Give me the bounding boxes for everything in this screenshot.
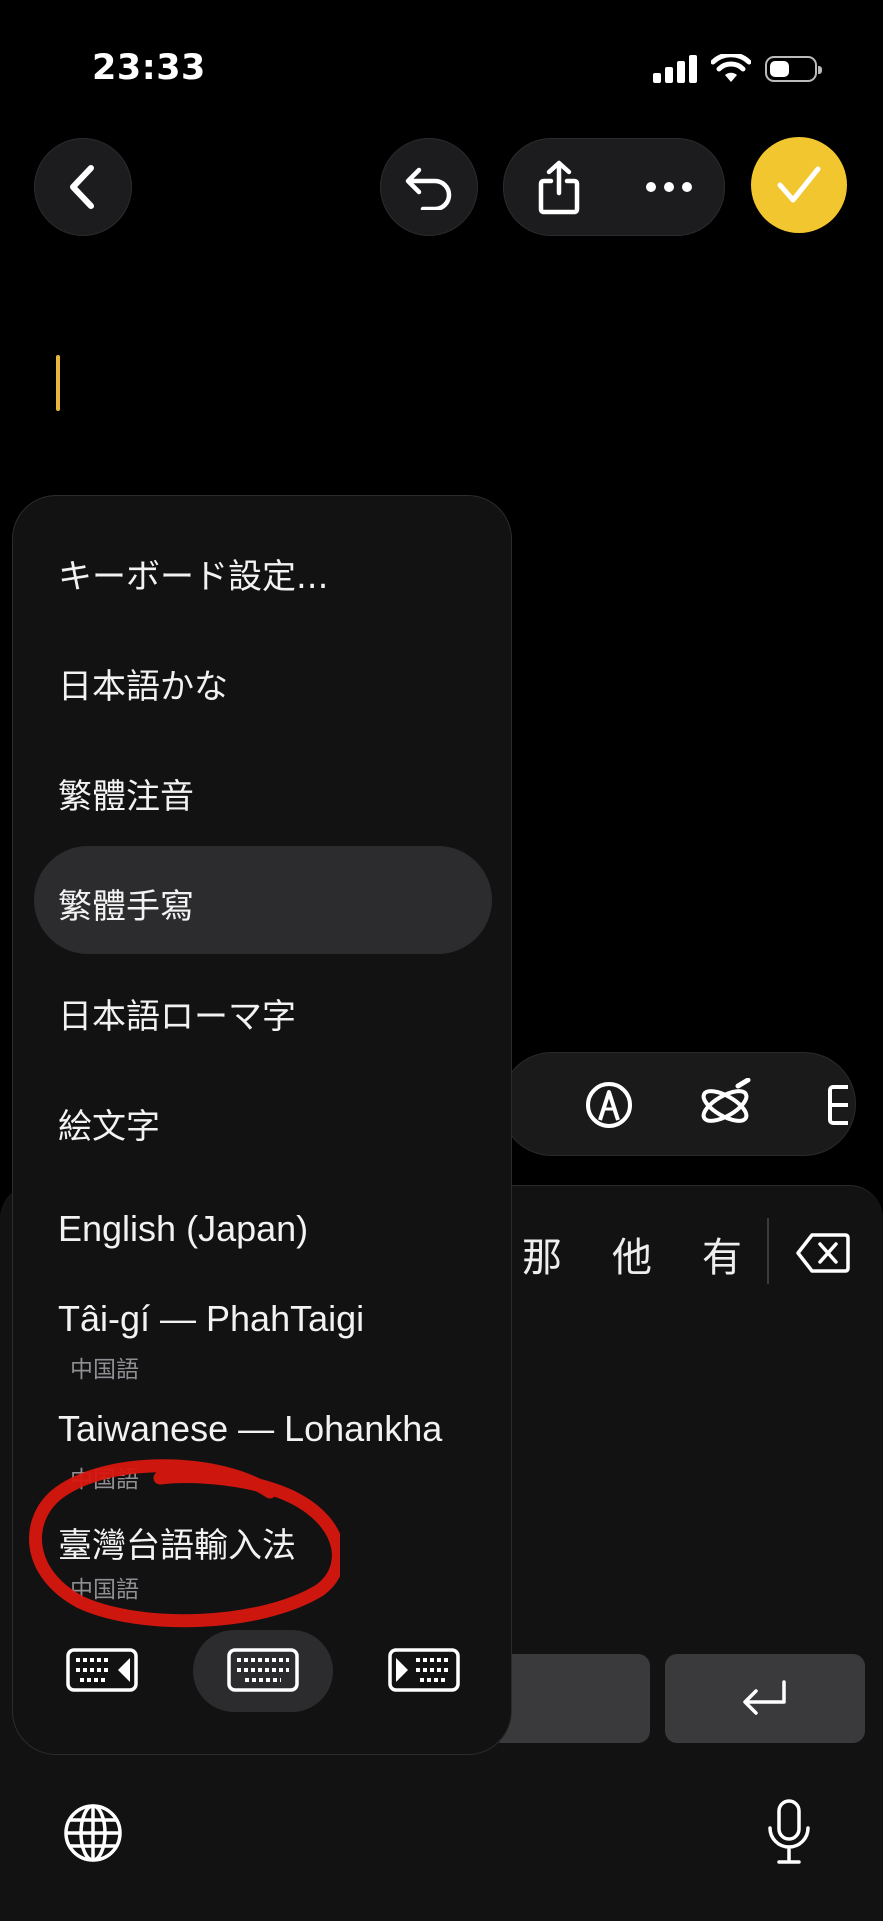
keyboard-left-icon[interactable] [66,1648,138,1692]
text-cursor [56,355,60,411]
checkmark-icon [777,166,821,203]
candidate-2[interactable]: 他 [612,1225,652,1283]
markup-pen-icon[interactable] [584,1080,634,1130]
status-time: 23:33 [92,48,206,88]
space-key[interactable] [490,1654,650,1743]
back-button[interactable] [34,138,132,236]
menu-item-phahtaigi[interactable]: Tâi-gí — PhahTaigi [58,1298,364,1340]
share-icon[interactable] [536,159,582,215]
candidate-separator [767,1218,769,1284]
return-icon [743,1680,786,1715]
status-icons [653,54,822,84]
microphone-icon[interactable] [765,1798,813,1866]
undo-icon [405,167,452,210]
cellular-signal-icon [653,55,697,83]
menu-item-japanese-romaji[interactable]: 日本語ローマ字 [58,989,296,1038]
menu-item-zhuyin[interactable]: 繁體注音 [58,769,194,818]
menu-item-english-japan[interactable]: English (Japan) [58,1208,308,1250]
menu-item-keyboard-settings[interactable]: キーボード設定... [58,549,328,598]
keyboard-full-icon[interactable] [227,1648,299,1692]
keyboard-toolbar [500,1052,856,1156]
menu-item-emoji[interactable]: 絵文字 [58,1099,160,1148]
share-more-group [503,138,725,236]
menu-item-lohankha[interactable]: Taiwanese — Lohankha [58,1408,442,1450]
menu-item-phahtaigi-sub: 中国語 [70,1357,139,1383]
globe-icon[interactable] [62,1802,124,1864]
keyboard-right-icon[interactable] [388,1648,460,1692]
menu-item-japanese-kana[interactable]: 日本語かな [58,659,228,708]
ellipsis-icon[interactable] [645,181,693,193]
chevron-left-icon [70,165,94,209]
menu-item-handwriting[interactable]: 繁體手寫 [58,879,194,928]
done-button[interactable] [751,137,847,233]
red-annotation-circle [29,1459,340,1628]
writing-tools-icon[interactable] [698,1078,756,1132]
undo-button[interactable] [380,138,478,236]
candidate-3[interactable]: 有 [702,1225,742,1283]
candidate-1[interactable]: 那 [522,1225,562,1283]
wifi-icon [711,54,751,82]
table-icon[interactable] [828,1085,848,1125]
battery-icon [765,56,822,82]
delete-backspace-icon[interactable] [796,1232,850,1274]
